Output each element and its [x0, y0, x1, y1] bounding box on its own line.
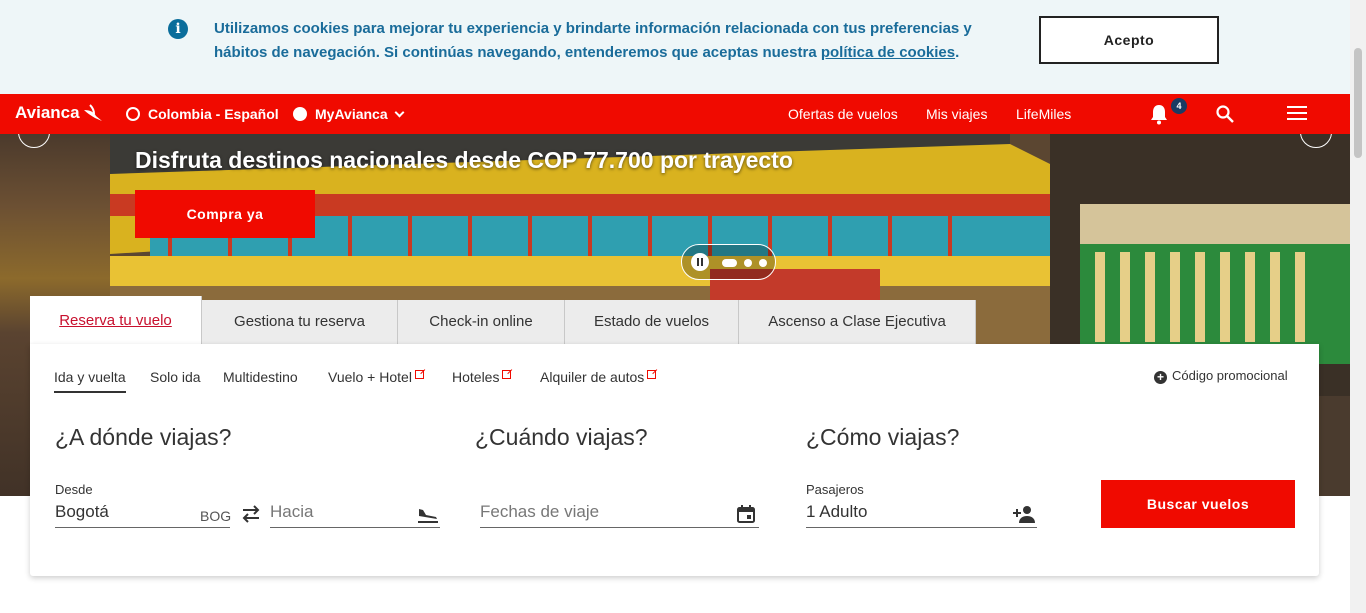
- hamburger-menu-icon[interactable]: [1287, 106, 1307, 122]
- mode-multidestination[interactable]: Multidestino: [223, 369, 298, 385]
- buy-now-button[interactable]: Compra ya: [135, 190, 315, 238]
- cookie-message-line2: hábitos de navegación. Si continúas nave…: [214, 44, 817, 61]
- tab-gestiona[interactable]: Gestiona tu reserva: [202, 300, 398, 344]
- country-language-selector[interactable]: Colombia - Español: [126, 106, 279, 122]
- accept-cookies-button[interactable]: Acepto: [1039, 16, 1219, 64]
- booking-form: Ida y vuelta Solo ida Multidestino Vuelo…: [30, 344, 1319, 576]
- from-airport-code: BOG: [200, 508, 232, 524]
- nav-link-lifemiles[interactable]: LifeMiles: [1016, 106, 1071, 122]
- nav-link-mis-viajes[interactable]: Mis viajes: [926, 106, 987, 122]
- to-input[interactable]: Hacia: [270, 502, 440, 528]
- tab-ascenso[interactable]: Ascenso a Clase Ejecutiva: [739, 300, 976, 344]
- page-scrollbar[interactable]: [1350, 0, 1366, 613]
- tab-check-in[interactable]: Check-in online: [398, 300, 565, 344]
- how-title: ¿Cómo viajas?: [806, 424, 960, 450]
- plane-landing-icon: [418, 509, 438, 523]
- top-navbar: Avianca Colombia - Español MyAvianca Ofe…: [0, 94, 1350, 134]
- globe-icon: [126, 107, 140, 121]
- carousel-dot-2[interactable]: [744, 259, 752, 267]
- chevron-down-icon: [394, 107, 405, 118]
- carousel-dot-3[interactable]: [759, 259, 767, 267]
- country-label: Colombia - Español: [148, 106, 279, 122]
- carousel-dot-1[interactable]: [722, 259, 737, 267]
- bird-logo-icon: [84, 104, 102, 121]
- mode-round-trip[interactable]: Ida y vuelta: [54, 369, 126, 393]
- search-icon[interactable]: [1215, 104, 1235, 124]
- dates-placeholder: Fechas de viaje: [480, 502, 600, 521]
- carousel-controls: [681, 244, 776, 280]
- avianca-logo[interactable]: Avianca: [15, 103, 80, 123]
- passengers-label: Pasajeros: [806, 482, 864, 497]
- external-link-icon: [414, 370, 424, 379]
- promo-code-link[interactable]: + Código promocional: [1154, 368, 1288, 384]
- when-title: ¿Cuándo viajas?: [475, 424, 648, 450]
- pause-icon[interactable]: [691, 253, 709, 271]
- user-icon: [293, 107, 307, 121]
- from-value: Bogotá: [55, 502, 109, 521]
- from-label: Desde: [55, 482, 93, 497]
- mode-hotels-label: Hoteles: [452, 369, 500, 385]
- hero-headline: Disfruta destinos nacionales desde COP 7…: [135, 147, 793, 173]
- mode-car-rental-label: Alquiler de autos: [540, 369, 645, 385]
- tab-reserva[interactable]: Reserva tu vuelo: [30, 296, 202, 344]
- promo-code-label: Código promocional: [1172, 368, 1288, 383]
- cookie-banner: i Utilizamos cookies para mejorar tu exp…: [0, 0, 1350, 94]
- carousel-prev-button[interactable]: [18, 134, 50, 148]
- external-link-icon: [647, 370, 657, 379]
- mode-hotels[interactable]: Hoteles: [452, 369, 512, 385]
- mode-flight-hotel[interactable]: Vuelo + Hotel: [328, 369, 424, 385]
- myavianca-label: MyAvianca: [315, 106, 388, 122]
- tab-estado[interactable]: Estado de vuelos: [565, 300, 739, 344]
- info-icon: i: [168, 19, 188, 39]
- mode-flight-hotel-label: Vuelo + Hotel: [328, 369, 412, 385]
- nav-link-ofertas[interactable]: Ofertas de vuelos: [788, 106, 898, 122]
- cookie-policy-link[interactable]: política de cookies: [821, 44, 955, 61]
- cookie-message-period: .: [955, 44, 960, 61]
- bell-icon[interactable]: [1149, 103, 1169, 125]
- to-placeholder: Hacia: [270, 502, 314, 521]
- external-link-icon: [502, 370, 512, 379]
- passengers-value: 1 Adulto: [806, 502, 868, 521]
- where-title: ¿A dónde viajas?: [55, 424, 232, 450]
- travel-dates-input[interactable]: Fechas de viaje: [480, 502, 759, 528]
- mode-car-rental[interactable]: Alquiler de autos: [540, 369, 657, 385]
- cookie-message: Utilizamos cookies para mejorar tu exper…: [214, 17, 1014, 65]
- mode-one-way[interactable]: Solo ida: [150, 369, 201, 385]
- page: i Utilizamos cookies para mejorar tu exp…: [0, 0, 1366, 613]
- search-flights-button[interactable]: Buscar vuelos: [1101, 480, 1295, 528]
- myavianca-menu[interactable]: MyAvianca: [293, 106, 405, 122]
- cookie-message-line1: Utilizamos cookies para mejorar tu exper…: [214, 20, 972, 37]
- plus-circle-icon: +: [1154, 371, 1167, 384]
- scrollbar-thumb[interactable]: [1354, 48, 1362, 158]
- passengers-input[interactable]: 1 Adulto: [806, 502, 1037, 528]
- swap-icon[interactable]: [240, 504, 262, 524]
- add-person-icon: [1013, 506, 1035, 523]
- calendar-icon: [737, 505, 755, 523]
- notification-badge: 4: [1171, 98, 1187, 114]
